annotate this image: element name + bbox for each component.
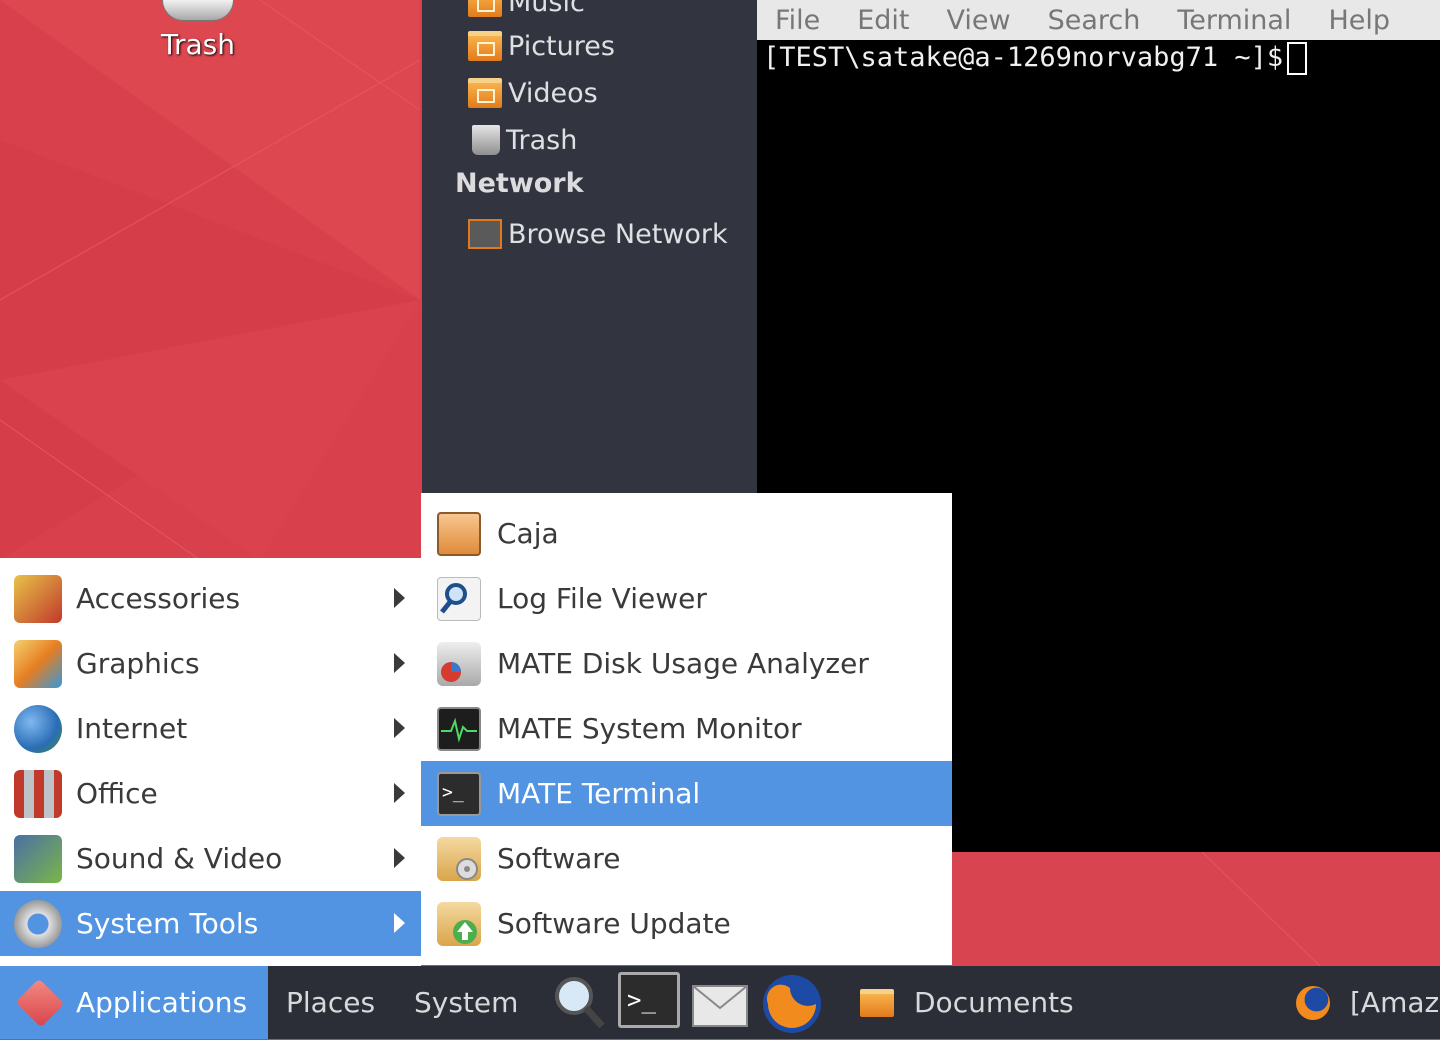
task-label: [Amaz — [1350, 986, 1440, 1019]
menu-item-software[interactable]: Software — [421, 826, 952, 891]
menu-item-disk-usage-analyzer[interactable]: MATE Disk Usage Analyzer — [421, 631, 952, 696]
menu-item-system-tools[interactable]: System Tools — [0, 891, 421, 956]
menu-item-label: Software Update — [497, 907, 731, 940]
places-item-label: Videos — [508, 77, 598, 109]
system-tools-submenu: Caja Log File Viewer MATE Disk Usage Ana… — [421, 493, 952, 965]
taskbar-panel: Applications Places System >_ Documents … — [0, 966, 1440, 1039]
places-menu-label: Places — [286, 986, 376, 1019]
menu-item-label: MATE Disk Usage Analyzer — [497, 647, 869, 680]
applications-menu: Accessories Graphics Internet Office Sou… — [0, 558, 421, 966]
trash-icon — [472, 125, 500, 155]
terminal-icon: >_ — [437, 771, 481, 816]
places-item-label: Music — [508, 0, 585, 18]
folder-music-icon — [468, 0, 502, 17]
multimedia-icon — [14, 834, 62, 883]
firefox-launcher[interactable] — [760, 972, 821, 1033]
firefox-icon — [1296, 985, 1330, 1020]
menu-item-label: MATE Terminal — [497, 777, 701, 810]
desktop-trash[interactable]: Trash — [150, 0, 250, 70]
folder-videos-icon — [468, 78, 502, 108]
places-item-trash[interactable]: Trash — [468, 120, 577, 160]
task-firefox[interactable]: [Amaz — [1296, 966, 1439, 1039]
accessories-icon — [14, 574, 62, 623]
mail-launcher[interactable] — [690, 972, 750, 1032]
submenu-arrow-icon — [394, 718, 405, 738]
globe-icon — [14, 704, 62, 753]
file-cabinet-icon — [437, 511, 481, 556]
menu-item-internet[interactable]: Internet — [0, 696, 421, 761]
submenu-arrow-icon — [394, 783, 405, 803]
terminal-launcher[interactable]: >_ — [618, 972, 680, 1032]
terminal-menu-edit[interactable]: Edit — [857, 5, 909, 36]
places-item-browse-network[interactable]: Browse Network — [468, 214, 728, 254]
system-tools-gear-icon — [14, 899, 62, 948]
terminal-menu-file[interactable]: File — [775, 5, 820, 36]
places-network-header: Network — [455, 168, 584, 199]
menu-item-accessories[interactable]: Accessories — [0, 566, 421, 631]
firefox-icon — [763, 975, 821, 1033]
desktop-trash-label: Trash — [161, 28, 235, 61]
places-menu-button[interactable]: Places — [286, 966, 375, 1039]
submenu-arrow-icon — [394, 588, 405, 608]
terminal-menu-help[interactable]: Help — [1328, 5, 1390, 36]
menu-item-label: Sound & Video — [76, 842, 283, 875]
system-menu-label: System — [414, 986, 519, 1019]
terminal-menu-view[interactable]: View — [946, 5, 1010, 36]
submenu-arrow-icon — [394, 653, 405, 673]
graphics-icon — [14, 639, 62, 688]
trash-icon — [162, 0, 234, 21]
terminal-icon: >_ — [618, 972, 680, 1028]
terminal-output[interactable]: [TEST\satake@a-1269norvabg71 ~]$ — [763, 42, 1308, 75]
menu-item-log-file-viewer[interactable]: Log File Viewer — [421, 566, 952, 631]
submenu-arrow-icon — [394, 848, 405, 868]
log-viewer-magnifier-icon — [437, 576, 481, 621]
software-update-icon — [437, 901, 481, 946]
menu-item-label: Software — [497, 842, 621, 875]
terminal-menubar: File Edit View Search Terminal Help — [757, 0, 1440, 40]
disk-usage-icon — [437, 641, 481, 686]
applications-menu-label: Applications — [76, 986, 248, 1019]
search-launcher[interactable] — [548, 972, 608, 1032]
system-menu-button[interactable]: System — [414, 966, 518, 1039]
applications-menu-button[interactable]: Applications — [0, 966, 268, 1039]
places-item-videos[interactable]: Videos — [468, 73, 598, 113]
menu-item-graphics[interactable]: Graphics — [0, 631, 421, 696]
places-item-label: Trash — [506, 124, 578, 156]
places-item-music[interactable]: Music — [468, 0, 585, 22]
menu-item-label: Accessories — [76, 582, 241, 615]
submenu-arrow-icon — [394, 913, 405, 933]
menu-item-system-monitor[interactable]: MATE System Monitor — [421, 696, 952, 761]
mate-logo-icon — [15, 978, 65, 1027]
terminal-menu-search[interactable]: Search — [1048, 5, 1141, 36]
places-item-pictures[interactable]: Pictures — [468, 26, 615, 66]
menu-item-label: Log File Viewer — [497, 582, 707, 615]
menu-item-label: Graphics — [76, 647, 200, 680]
menu-item-label: Office — [76, 777, 158, 810]
terminal-cursor — [1287, 42, 1308, 75]
task-documents[interactable]: Documents — [860, 966, 1074, 1039]
menu-item-label: Internet — [76, 712, 188, 745]
mail-icon — [692, 985, 748, 1027]
places-sidebar: Music Pictures Videos Trash Network Brow… — [422, 0, 757, 495]
menu-item-office[interactable]: Office — [0, 761, 421, 826]
software-package-icon — [437, 836, 481, 881]
office-icon — [14, 769, 62, 818]
network-icon — [468, 219, 502, 249]
menu-item-software-update[interactable]: Software Update — [421, 891, 952, 956]
menu-item-label: Caja — [497, 517, 559, 550]
menu-item-caja[interactable]: Caja — [421, 501, 952, 566]
menu-item-label: System Tools — [76, 907, 259, 940]
folder-pictures-icon — [468, 31, 502, 61]
system-monitor-icon — [437, 706, 481, 751]
places-item-label: Browse Network — [508, 218, 728, 250]
task-label: Documents — [914, 986, 1074, 1019]
search-icon — [555, 977, 605, 1029]
folder-icon — [860, 988, 894, 1017]
terminal-prompt: [TEST\satake@a-1269norvabg71 ~]$ — [763, 42, 1284, 73]
menu-item-mate-terminal[interactable]: >_ MATE Terminal — [421, 761, 952, 826]
places-item-label: Pictures — [508, 30, 615, 62]
menu-item-label: MATE System Monitor — [497, 712, 802, 745]
menu-item-sound-video[interactable]: Sound & Video — [0, 826, 421, 891]
terminal-menu-terminal[interactable]: Terminal — [1177, 5, 1291, 36]
